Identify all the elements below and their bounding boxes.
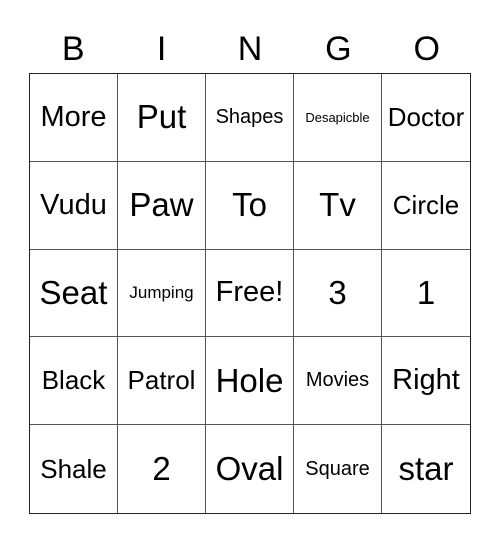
bingo-cell[interactable]: Square xyxy=(294,425,382,513)
bingo-cell[interactable]: star xyxy=(382,425,470,513)
bingo-cell[interactable]: Paw xyxy=(118,161,206,250)
bingo-cell[interactable]: 3 xyxy=(294,249,382,338)
bingo-cell[interactable]: Desapicble xyxy=(294,74,382,162)
bingo-cell[interactable]: 2 xyxy=(118,425,206,513)
bingo-cell[interactable]: Oval xyxy=(206,425,294,513)
header-letter-n: N xyxy=(237,30,263,68)
bingo-cell[interactable]: To xyxy=(206,161,294,250)
bingo-cell[interactable]: Movies xyxy=(294,337,382,426)
bingo-grid: More Put Shapes Desapicble Doctor Vudu P… xyxy=(29,73,471,514)
header-letter-g: G xyxy=(325,30,352,68)
bingo-cell[interactable]: Jumping xyxy=(118,249,206,338)
bingo-cell[interactable]: 1 xyxy=(382,250,470,338)
bingo-cell[interactable]: Doctor xyxy=(382,74,470,162)
bingo-cell[interactable]: Right xyxy=(382,337,470,426)
bingo-cell[interactable]: Shapes xyxy=(206,74,294,162)
bingo-cell[interactable]: Circle xyxy=(382,162,470,250)
bingo-cell[interactable]: Vudu xyxy=(30,161,118,250)
bingo-cell[interactable]: Put xyxy=(118,74,206,162)
header-letter-b: B xyxy=(61,30,85,68)
bingo-cell[interactable]: Hole xyxy=(206,337,294,426)
header-letter-o: O xyxy=(413,30,440,68)
header-letter-i: I xyxy=(156,30,167,68)
bingo-cell[interactable]: Patrol xyxy=(118,337,206,426)
bingo-header: B I N G O xyxy=(29,20,471,72)
bingo-cell[interactable]: Tv xyxy=(294,161,382,250)
bingo-cell[interactable]: More xyxy=(30,74,118,162)
bingo-cell[interactable]: Shale xyxy=(30,425,118,513)
free-space-cell[interactable]: Free! xyxy=(206,249,294,338)
bingo-cell[interactable]: Seat xyxy=(30,249,118,338)
bingo-cell[interactable]: Black xyxy=(30,337,118,426)
